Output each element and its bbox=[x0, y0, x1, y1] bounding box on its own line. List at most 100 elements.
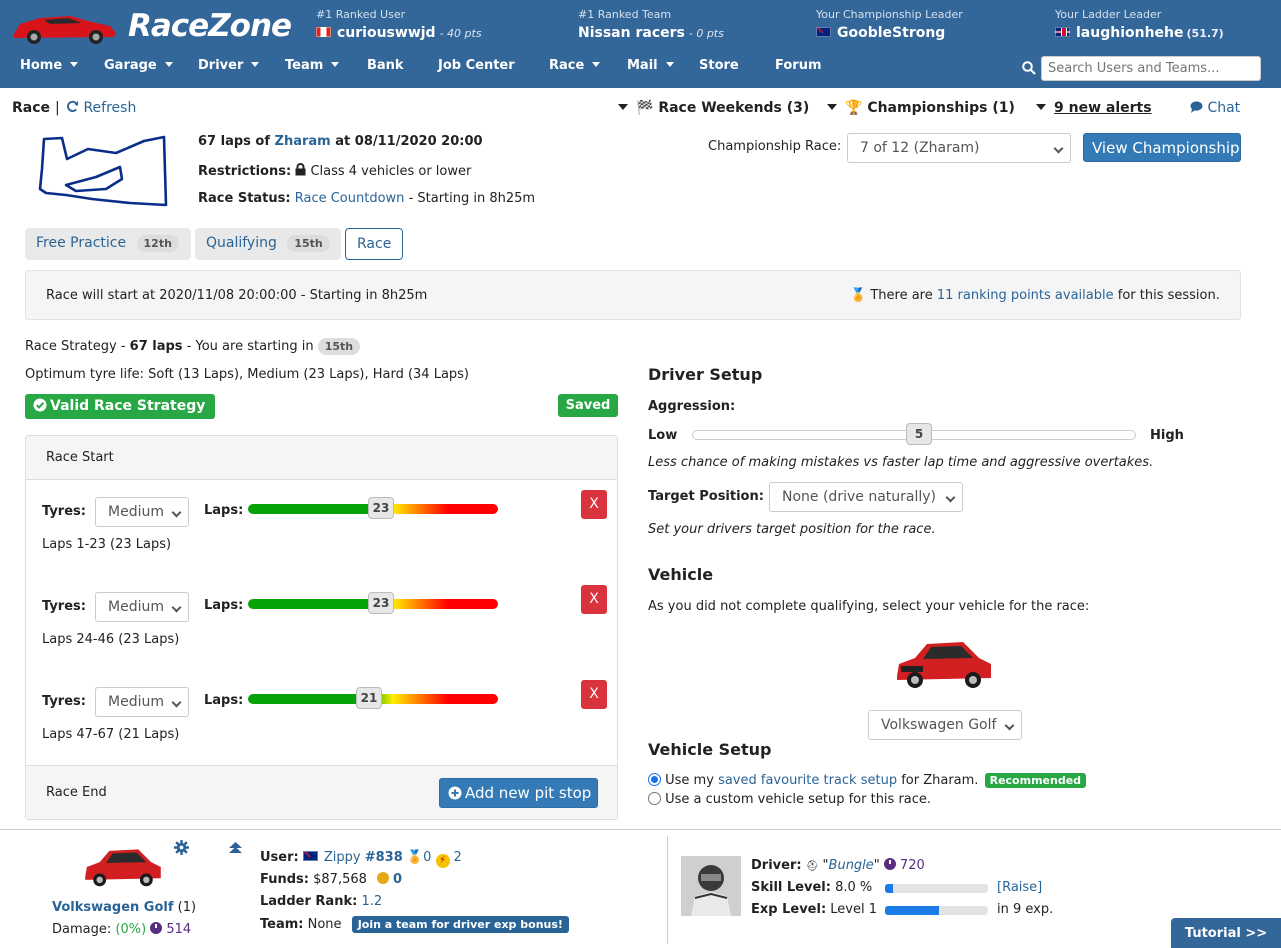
stint-3-laps-slider[interactable]: 21 bbox=[248, 687, 498, 709]
ranking-points-text: 🏅 There are 11 ranking points available … bbox=[850, 288, 1220, 303]
raise-skill-link[interactable]: [Raise] bbox=[997, 880, 1042, 895]
tab-free-practice[interactable]: Free Practice 12th bbox=[25, 228, 191, 260]
ranked-user: #1 Ranked User curiouswwjd - 40 pts bbox=[316, 8, 482, 41]
ranking-points-link[interactable]: 11 ranking points available bbox=[937, 288, 1114, 303]
team-label: Team: bbox=[260, 917, 304, 932]
stint-2-tyres-label: Tyres: bbox=[42, 599, 86, 614]
view-championship-button[interactable]: View Championship bbox=[1083, 133, 1241, 162]
favourite-setup-radio[interactable] bbox=[648, 773, 661, 786]
ranked-team-name[interactable]: Nissan racers bbox=[578, 25, 685, 41]
track-map-icon bbox=[38, 135, 168, 207]
tab-race-label: Race bbox=[357, 236, 392, 252]
stint-1-tyre-select[interactable]: Medium bbox=[95, 497, 189, 527]
chat-link[interactable]: Chat bbox=[1190, 100, 1240, 116]
plus-circle-icon bbox=[448, 786, 462, 800]
exp-label: Exp Level: bbox=[751, 902, 827, 917]
stint-3-range: Laps 47-67 (21 Laps) bbox=[42, 727, 180, 742]
stint-2-laps-handle[interactable]: 23 bbox=[368, 592, 394, 614]
user-link[interactable]: Zippy bbox=[324, 850, 361, 865]
aggression-slider[interactable]: 5 bbox=[692, 423, 1136, 445]
alerts-dropdown[interactable]: 9 new alerts bbox=[1036, 100, 1152, 116]
stint-1-remove-button[interactable]: X bbox=[581, 490, 607, 519]
race-strategy-header: Race Strategy - 67 laps - You are starti… bbox=[25, 338, 361, 355]
chevron-down-icon bbox=[827, 104, 837, 110]
stint-2-remove-button[interactable]: X bbox=[581, 585, 607, 614]
target-position-description: Set your drivers target position for the… bbox=[648, 522, 936, 537]
stint-3-laps-handle[interactable]: 21 bbox=[356, 687, 382, 709]
ranked-user-name[interactable]: curiouswwjd bbox=[337, 25, 436, 41]
refresh-link[interactable]: Refresh bbox=[66, 100, 136, 116]
join-team-button[interactable]: Join a team for driver exp bonus! bbox=[351, 916, 569, 933]
lightning-icon: ⚡ bbox=[435, 854, 450, 868]
chat-bubble-icon bbox=[1190, 101, 1203, 113]
stint-3-remove-button[interactable]: X bbox=[581, 680, 607, 709]
race-countdown-link[interactable]: Race Countdown bbox=[295, 191, 405, 206]
logo-car-icon[interactable] bbox=[10, 6, 120, 46]
driver-avatar[interactable] bbox=[681, 856, 741, 916]
footer-car-image[interactable] bbox=[82, 846, 164, 888]
add-pit-stop-button[interactable]: Add new pit stop bbox=[439, 778, 598, 808]
nav-forum[interactable]: Forum bbox=[775, 58, 822, 73]
chevron-down-icon bbox=[70, 62, 79, 67]
aggression-low-label: Low bbox=[648, 428, 678, 443]
nav-garage[interactable]: Garage bbox=[104, 58, 173, 73]
alerts-label: 9 new alerts bbox=[1054, 100, 1152, 116]
ladder-value[interactable]: 1.2 bbox=[361, 894, 382, 909]
uk-flag-icon bbox=[1055, 27, 1070, 37]
ladder-leader-name[interactable]: laughionhehe bbox=[1076, 25, 1184, 41]
championship-leader-name[interactable]: GoobleStrong bbox=[837, 25, 945, 41]
stint-1-laps-slider[interactable]: 23 bbox=[248, 497, 498, 519]
stint-3-tyre-select[interactable]: Medium bbox=[95, 687, 189, 717]
ladder-leader-label: Your Ladder Leader bbox=[1055, 8, 1162, 21]
ranked-team-pts: - 0 pts bbox=[688, 27, 724, 40]
title-separator: | bbox=[55, 100, 60, 116]
vehicle-select[interactable]: Volkswagen Golf bbox=[868, 710, 1022, 740]
nav-home[interactable]: Home bbox=[20, 58, 79, 73]
target-position-value: None (drive naturally) bbox=[782, 489, 936, 505]
nav-store[interactable]: Store bbox=[699, 58, 739, 73]
footer-driver: Driver: ⛑ "Bungle" 720 bbox=[751, 858, 925, 873]
status-countdown: - Starting in 8h25m bbox=[408, 191, 536, 206]
custom-setup-radio[interactable] bbox=[648, 792, 661, 805]
nav-job-center[interactable]: Job Center bbox=[438, 58, 515, 73]
target-position-select[interactable]: None (drive naturally) bbox=[769, 482, 963, 512]
saved-setup-link[interactable]: saved favourite track setup bbox=[718, 773, 897, 788]
nav-bank[interactable]: Bank bbox=[367, 58, 404, 73]
nav-race[interactable]: Race bbox=[549, 58, 601, 73]
user-rank[interactable]: #838 bbox=[365, 850, 403, 865]
nav-mail[interactable]: Mail bbox=[627, 58, 674, 73]
aggression-high-label: High bbox=[1150, 428, 1184, 443]
track-link[interactable]: Zharam bbox=[275, 134, 331, 149]
starting-position-badge: 15th bbox=[317, 338, 361, 355]
nav-team[interactable]: Team bbox=[285, 58, 340, 73]
nav-driver[interactable]: Driver bbox=[198, 58, 260, 73]
championships-dropdown[interactable]: 🏆 Championships (1) bbox=[827, 100, 1015, 116]
championship-race-select[interactable]: 7 of 12 (Zharam) bbox=[847, 133, 1071, 163]
championship-leader-label: Your Championship Leader bbox=[816, 8, 963, 21]
championship-race-value: 7 of 12 (Zharam) bbox=[860, 140, 980, 156]
race-weekends-dropdown[interactable]: 🏁 Race Weekends (3) bbox=[618, 100, 809, 116]
chevron-down-icon bbox=[665, 62, 674, 67]
tab-race[interactable]: Race bbox=[345, 228, 403, 260]
exp-next: in 9 exp. bbox=[997, 902, 1054, 917]
tutorial-button[interactable]: Tutorial >> bbox=[1171, 918, 1281, 948]
upgrade-arrow-icon[interactable] bbox=[229, 842, 242, 855]
search-icon[interactable] bbox=[1022, 61, 1036, 75]
driver-link[interactable]: Bungle bbox=[829, 858, 874, 873]
coin-count: 0 bbox=[393, 872, 403, 887]
footer-car-link[interactable]: Volkswagen Golf bbox=[52, 900, 174, 915]
brand-name[interactable]: RaceZone bbox=[128, 8, 292, 44]
stint-1-laps-handle[interactable]: 23 bbox=[368, 497, 394, 519]
stint-2-tyre-select[interactable]: Medium bbox=[95, 592, 189, 622]
stint-2-tyre-value: Medium bbox=[108, 599, 164, 615]
chevron-down-icon bbox=[331, 62, 340, 67]
stint-2-laps-slider[interactable]: 23 bbox=[248, 592, 498, 614]
australia-flag-icon bbox=[816, 27, 831, 37]
tab-qualifying[interactable]: Qualifying 15th bbox=[195, 228, 341, 260]
gear-icon[interactable] bbox=[174, 840, 189, 855]
trophy-icon: 🏆 bbox=[845, 100, 863, 116]
search-input[interactable] bbox=[1041, 56, 1261, 81]
aggression-handle[interactable]: 5 bbox=[906, 423, 932, 445]
driver-time: 720 bbox=[899, 858, 925, 873]
ranking-pre: There are bbox=[870, 288, 933, 303]
